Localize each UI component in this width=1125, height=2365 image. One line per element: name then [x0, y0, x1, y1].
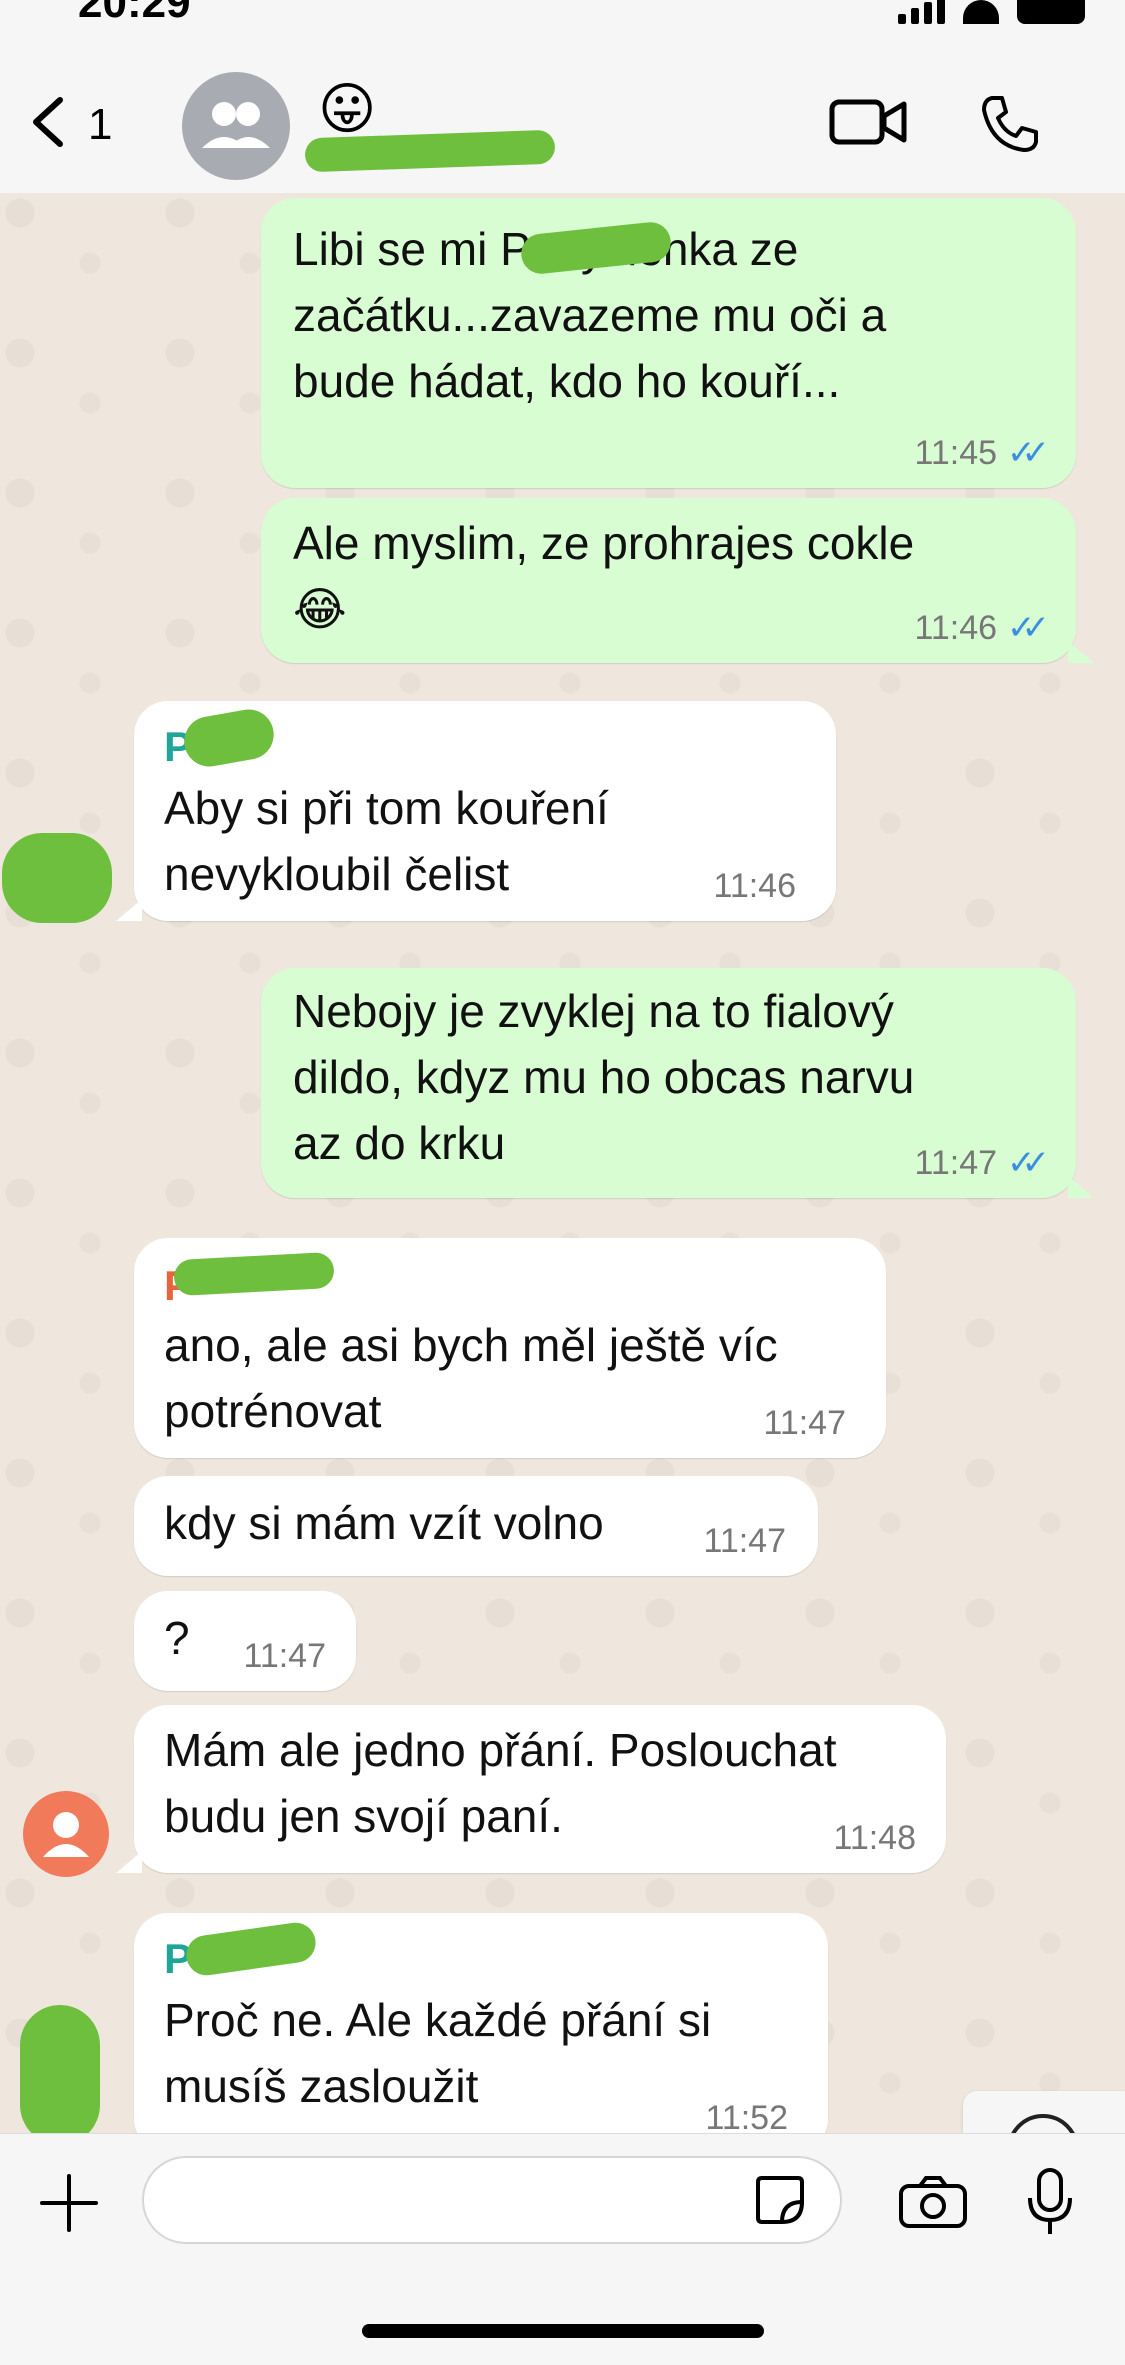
redacted-avatar — [20, 2005, 100, 2133]
message-meta: 11:47 — [703, 1524, 786, 1558]
message-time: 11:52 — [705, 2099, 788, 2133]
sticker-icon[interactable] — [752, 2172, 808, 2228]
message-incoming[interactable]: kdy si mám vzít volno 11:47 — [134, 1476, 818, 1576]
chevron-down-icon — [1011, 2114, 1075, 2133]
message-time: 11:47 — [703, 1522, 786, 1560]
chat-title-emoji[interactable]: 😛 — [318, 76, 376, 142]
message-text: Mám ale jedno přání. Poslouchat budu jen… — [164, 1724, 837, 1842]
message-text: Nebojy je zvyklej na to fialový dildo, k… — [293, 985, 915, 1169]
person-avatar-icon[interactable] — [23, 1791, 109, 1877]
message-time: 11:47 — [763, 1404, 846, 1442]
redaction-scribble — [180, 705, 278, 771]
redaction-scribble — [183, 1920, 319, 1978]
message-text: Ale myslim, ze prohrajes cokle 😂 — [293, 517, 915, 635]
status-icons — [898, 0, 1085, 24]
message-outgoing[interactable]: Libi se mi P myšlenka ze začátku...zavaz… — [261, 198, 1076, 488]
message-input[interactable] — [142, 2156, 842, 2244]
message-incoming[interactable]: P ano, ale asi bych měl ještě víc potrén… — [134, 1238, 886, 1458]
chat-header: 1 😛 — [0, 40, 1125, 194]
microphone-icon[interactable] — [1022, 2166, 1078, 2238]
message-text: kdy si mám vzít volno — [164, 1497, 604, 1549]
scroll-to-bottom-button[interactable] — [963, 2091, 1125, 2133]
chat-messages[interactable]: Libi se mi P myšlenka ze začátku...zavaz… — [0, 193, 1125, 2133]
bubble-tail — [1068, 1176, 1094, 1198]
message-text: Proč ne. Ale každé přání si musíš zaslou… — [164, 1994, 712, 2112]
message-time: 11:48 — [833, 1819, 916, 1857]
message-text: ? — [164, 1612, 190, 1664]
composer-bar — [0, 2133, 1125, 2365]
message-outgoing[interactable]: Ale myslim, ze prohrajes cokle 😂 11:46 ✓✓ — [261, 498, 1094, 663]
bubble-tail — [116, 899, 142, 921]
message-time: 11:46 — [713, 867, 796, 905]
message-time: 11:46 — [914, 609, 998, 647]
message-meta: 11:47 ✓✓ — [914, 1144, 1050, 1182]
group-avatar-icon[interactable] — [182, 72, 290, 180]
message-text: ano, ale asi bych měl ještě víc potrénov… — [164, 1319, 778, 1437]
message-time: 11:47 — [914, 1144, 998, 1182]
status-bar: 20:29 — [0, 0, 1125, 40]
message-incoming[interactable]: P Aby si při tom kouření nevykloubil čel… — [116, 701, 836, 921]
message-incoming[interactable]: Mám ale jedno přání. Poslouchat budu jen… — [116, 1705, 946, 1873]
message-meta: 11:46 — [713, 869, 796, 903]
status-time: 20:29 — [78, 0, 191, 27]
message-meta: 11:46 ✓✓ — [914, 609, 1050, 647]
read-ticks-icon: ✓✓ — [1007, 609, 1050, 647]
camera-icon[interactable] — [898, 2174, 968, 2230]
redaction-scribble — [173, 1251, 335, 1297]
message-meta: 11:45 ✓✓ — [914, 434, 1050, 472]
wifi-icon — [963, 0, 999, 24]
bubble-tail — [116, 1851, 142, 1873]
message-text: Aby si při tom kouření nevykloubil čelis… — [164, 782, 609, 900]
redacted-avatar — [2, 833, 112, 923]
message-meta: 11:47 — [243, 1639, 326, 1673]
bubble-tail — [1068, 641, 1094, 663]
read-ticks-icon: ✓✓ — [1007, 1144, 1050, 1182]
message-incoming[interactable]: P Proč ne. Ale každé přání si musíš zasl… — [134, 1913, 828, 2133]
message-outgoing[interactable]: Nebojy je zvyklej na to fialový dildo, k… — [261, 968, 1094, 1198]
chevron-left-icon[interactable] — [22, 92, 82, 152]
message-time: 11:45 — [914, 434, 998, 472]
message-time: 11:47 — [243, 1637, 326, 1675]
message-incoming[interactable]: ? 11:47 — [134, 1591, 356, 1691]
battery-icon — [1017, 0, 1085, 24]
message-meta: 11:47 — [763, 1406, 846, 1440]
message-meta: 11:52 — [705, 2101, 788, 2133]
read-ticks-icon: ✓✓ — [1007, 434, 1050, 472]
back-unread-count[interactable]: 1 — [88, 100, 112, 150]
message-meta: 11:48 — [833, 1821, 916, 1855]
signal-icon — [898, 0, 945, 24]
phone-icon[interactable] — [978, 92, 1042, 156]
home-indicator — [362, 2324, 764, 2338]
video-call-icon[interactable] — [828, 92, 908, 152]
plus-icon[interactable] — [38, 2172, 100, 2234]
redaction-scribble — [304, 129, 556, 173]
